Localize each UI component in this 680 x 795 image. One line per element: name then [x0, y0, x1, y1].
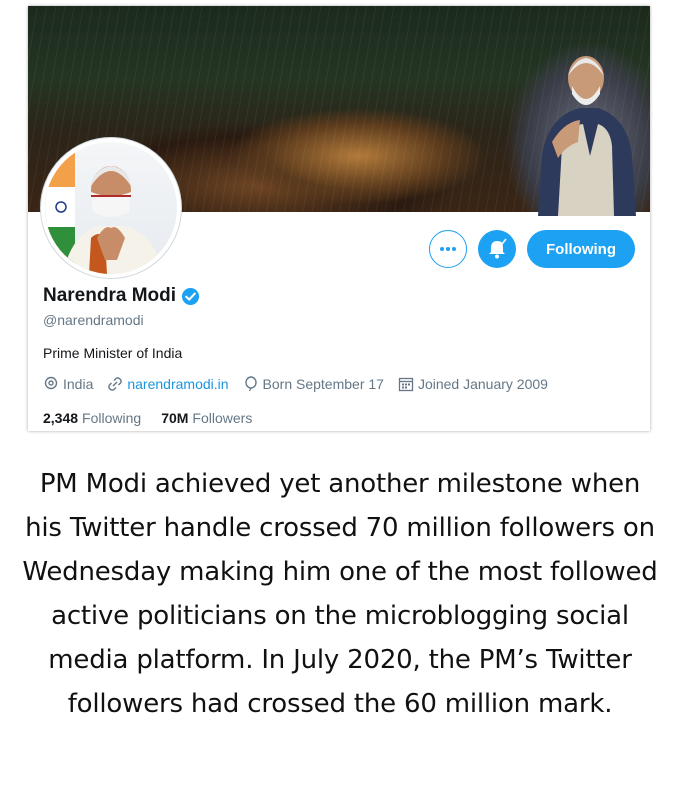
profile-name: Narendra Modi [43, 285, 177, 306]
location-text: India [63, 376, 94, 392]
location-item: India [43, 376, 93, 392]
profile-avatar[interactable] [40, 137, 182, 279]
followers-label: Followers [192, 410, 253, 426]
location-pin-icon [44, 376, 58, 390]
joined-text: Joined January 2009 [417, 376, 548, 392]
followers-count: 70M [161, 410, 189, 426]
notifications-button[interactable] [478, 230, 516, 268]
more-options-button[interactable] [429, 230, 467, 268]
website-link[interactable]: narendramodi.in [127, 376, 228, 392]
birthday-text: Born September 17 [262, 376, 384, 392]
bell-icon [489, 238, 507, 259]
profile-bio: Prime Minister of India [43, 345, 183, 361]
following-stat[interactable]: 2,348 Following [43, 410, 141, 426]
news-caption: PM Modi achieved yet another milestone w… [22, 469, 658, 719]
profile-name-row: Narendra Modi [43, 285, 200, 307]
banner-person-figure [538, 56, 636, 216]
profile-handle: @narendramodi [43, 312, 144, 328]
twitter-profile-card: Following Narendra Modi @narendramodi Pr… [28, 6, 650, 431]
calendar-icon [398, 377, 414, 392]
profile-meta-row: India narendramodi.in Born September 17 [43, 376, 562, 392]
joined-item: Joined January 2009 [398, 376, 548, 392]
avatar-portrait [45, 142, 163, 274]
website-item[interactable]: narendramodi.in [107, 376, 229, 392]
following-label: Following [82, 410, 142, 426]
following-count: 2,348 [43, 410, 79, 426]
birthday-item: Born September 17 [243, 376, 384, 392]
profile-stats-row: 2,348 Following 70M Followers [43, 410, 272, 426]
more-icon [440, 247, 456, 251]
link-icon [108, 377, 123, 391]
verified-badge-icon [181, 287, 200, 305]
followers-stat[interactable]: 70M Followers [161, 410, 252, 426]
balloon-icon [244, 376, 257, 392]
following-button[interactable]: Following [527, 230, 635, 268]
